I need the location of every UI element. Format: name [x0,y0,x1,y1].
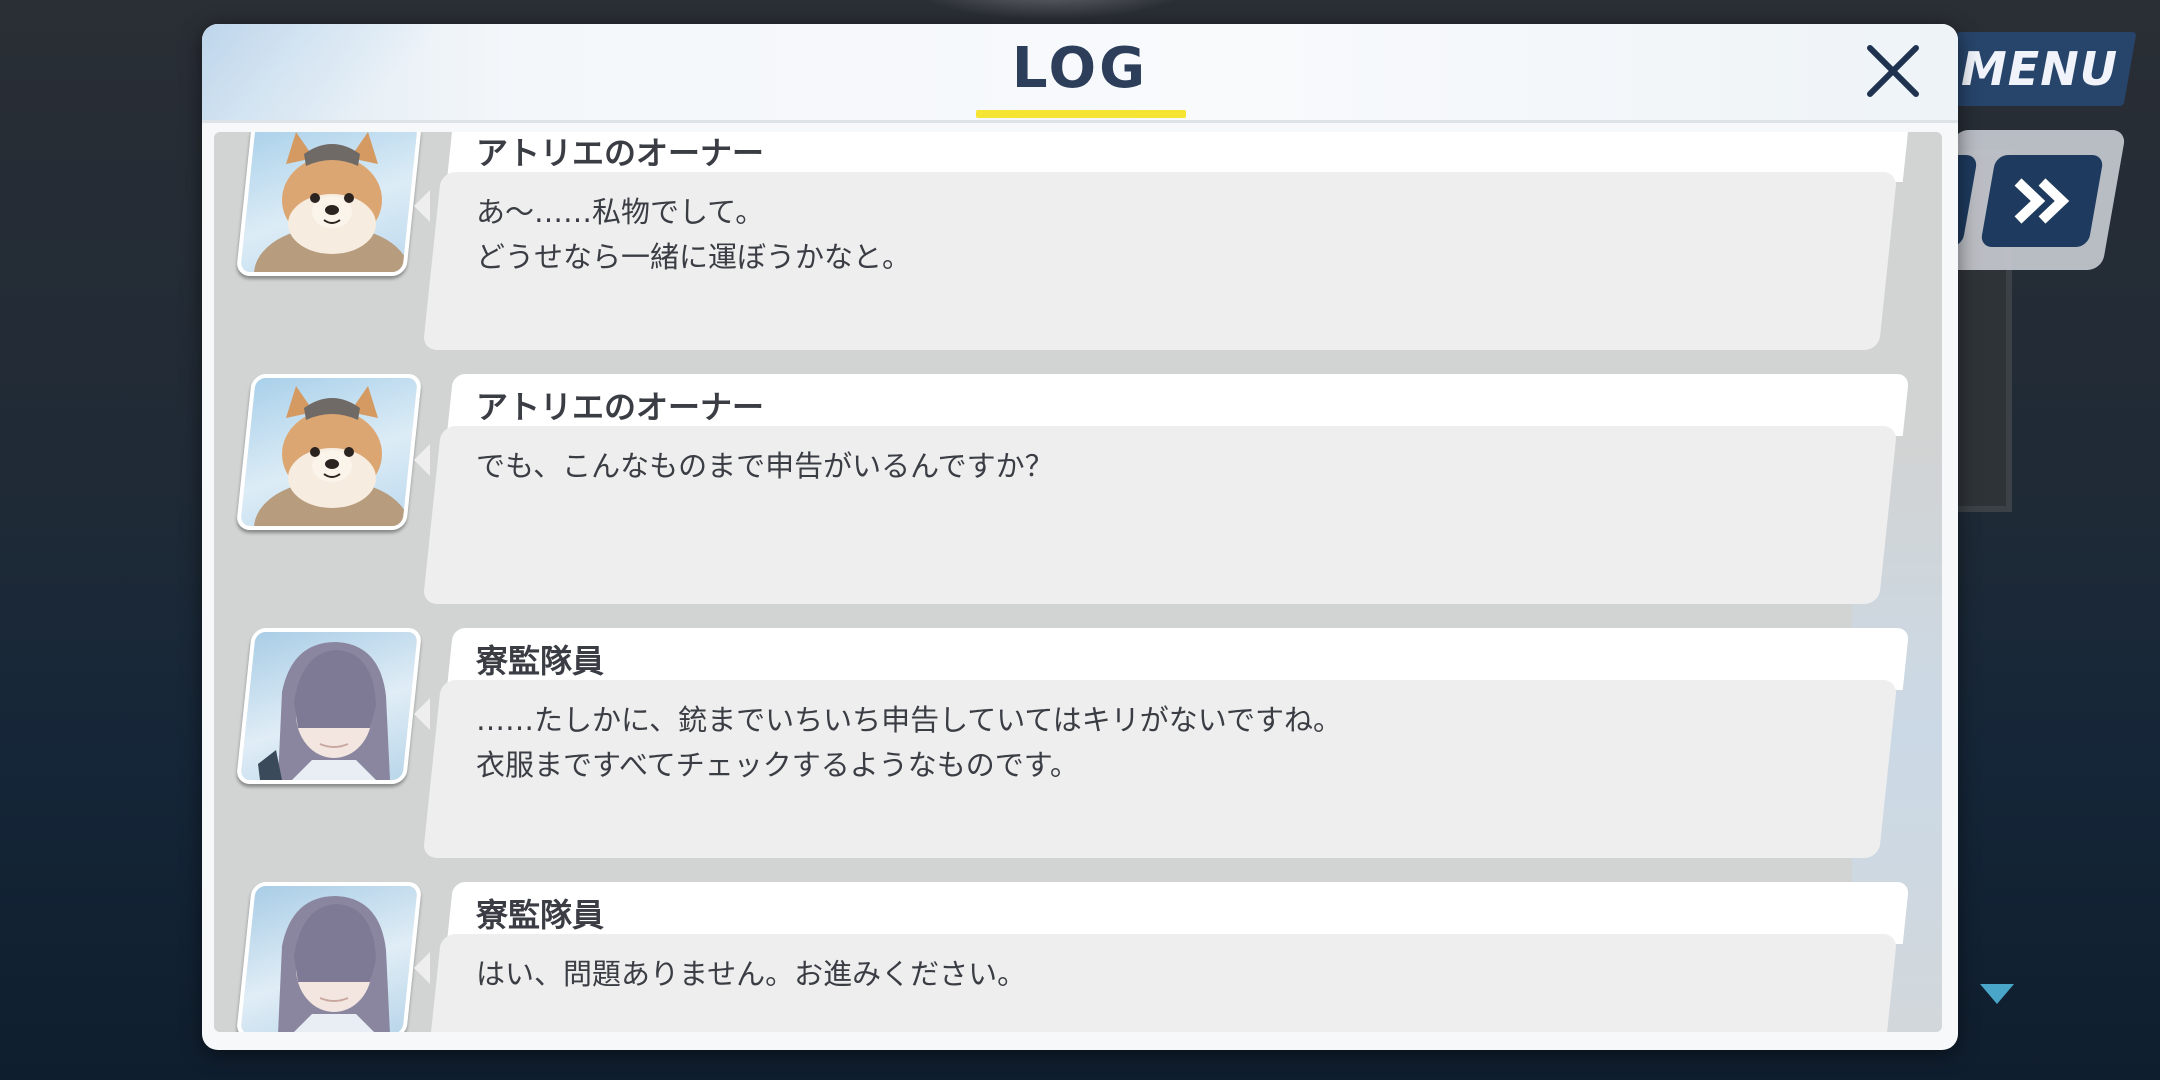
message-line: 衣服まですべてチェックするようなものです。 [476,748,1079,782]
girl-portrait-icon [258,642,390,780]
dog-portrait-icon [254,386,410,530]
message-line: でも、こんなものまで申告がいるんですか？ [476,449,1054,483]
log-window: LOG アトリエのオーナー あ～……私物でして。 どうせなら一緒に運ぼうかなと。… [202,24,1958,1050]
background-light [900,0,1200,20]
speaker-name: 寮監隊員 [476,896,605,934]
dog-portrait-icon [254,132,410,276]
title-underline [976,110,1186,118]
bubble-tail [414,698,430,730]
speaker-name: アトリエのオーナー [476,388,765,426]
avatar-owner [235,374,423,530]
bubble-tail [414,444,430,476]
log-header: LOG [202,24,1958,123]
close-button[interactable] [1860,38,1926,104]
log-list[interactable]: アトリエのオーナー あ～……私物でして。 どうせなら一緒に運ぼうかなと。 アトリ… [214,132,1942,1032]
message-line: ……たしかに、銃までいちいち申告していてはキリがないですね。 [476,703,1342,737]
fast-forward-button[interactable] [1979,155,2105,247]
bubble-tail [414,190,430,222]
fast-forward-icon [2014,178,2070,224]
log-entry: アトリエのオーナー あ～……私物でして。 どうせなら一緒に運ぼうかなと。 [214,132,1942,352]
speaker-name: アトリエのオーナー [476,134,765,172]
message-text: はい、問題ありません。お進みください。 [476,952,1026,997]
message-text: ……たしかに、銃までいちいち申告していてはキリがないですね。 衣服まですべてチェ… [476,698,1342,788]
speaker-name: 寮監隊員 [476,642,605,680]
avatar-guard [235,628,423,784]
log-entry: 寮監隊員 はい、問題ありません。お進みください。 [214,882,1942,1032]
message-line: どうせなら一緒に運ぼうかなと。 [476,240,912,274]
avatar-guard [235,882,423,1032]
bubble-tail [414,952,430,984]
message-text: でも、こんなものまで申告がいるんですか？ [476,444,1054,489]
menu-label: MENU [1961,42,2119,96]
close-icon [1867,45,1919,97]
girl-portrait-icon [278,896,390,1032]
message-line: あ～……私物でして。 [476,195,765,229]
menu-button[interactable]: MENU [1943,32,2137,106]
log-entry: 寮監隊員 ……たしかに、銃までいちいち申告していてはキリがないですね。 衣服まで… [214,628,1942,860]
avatar-owner [235,132,423,276]
message-text: あ～……私物でして。 どうせなら一緒に運ぼうかなと。 [476,190,911,280]
log-title: LOG [1011,36,1149,101]
message-line: はい、問題ありません。お進みください。 [476,957,1027,991]
log-entry: アトリエのオーナー でも、こんなものまで申告がいるんですか？ [214,374,1942,606]
triangle-down-icon[interactable] [1980,984,2014,1004]
